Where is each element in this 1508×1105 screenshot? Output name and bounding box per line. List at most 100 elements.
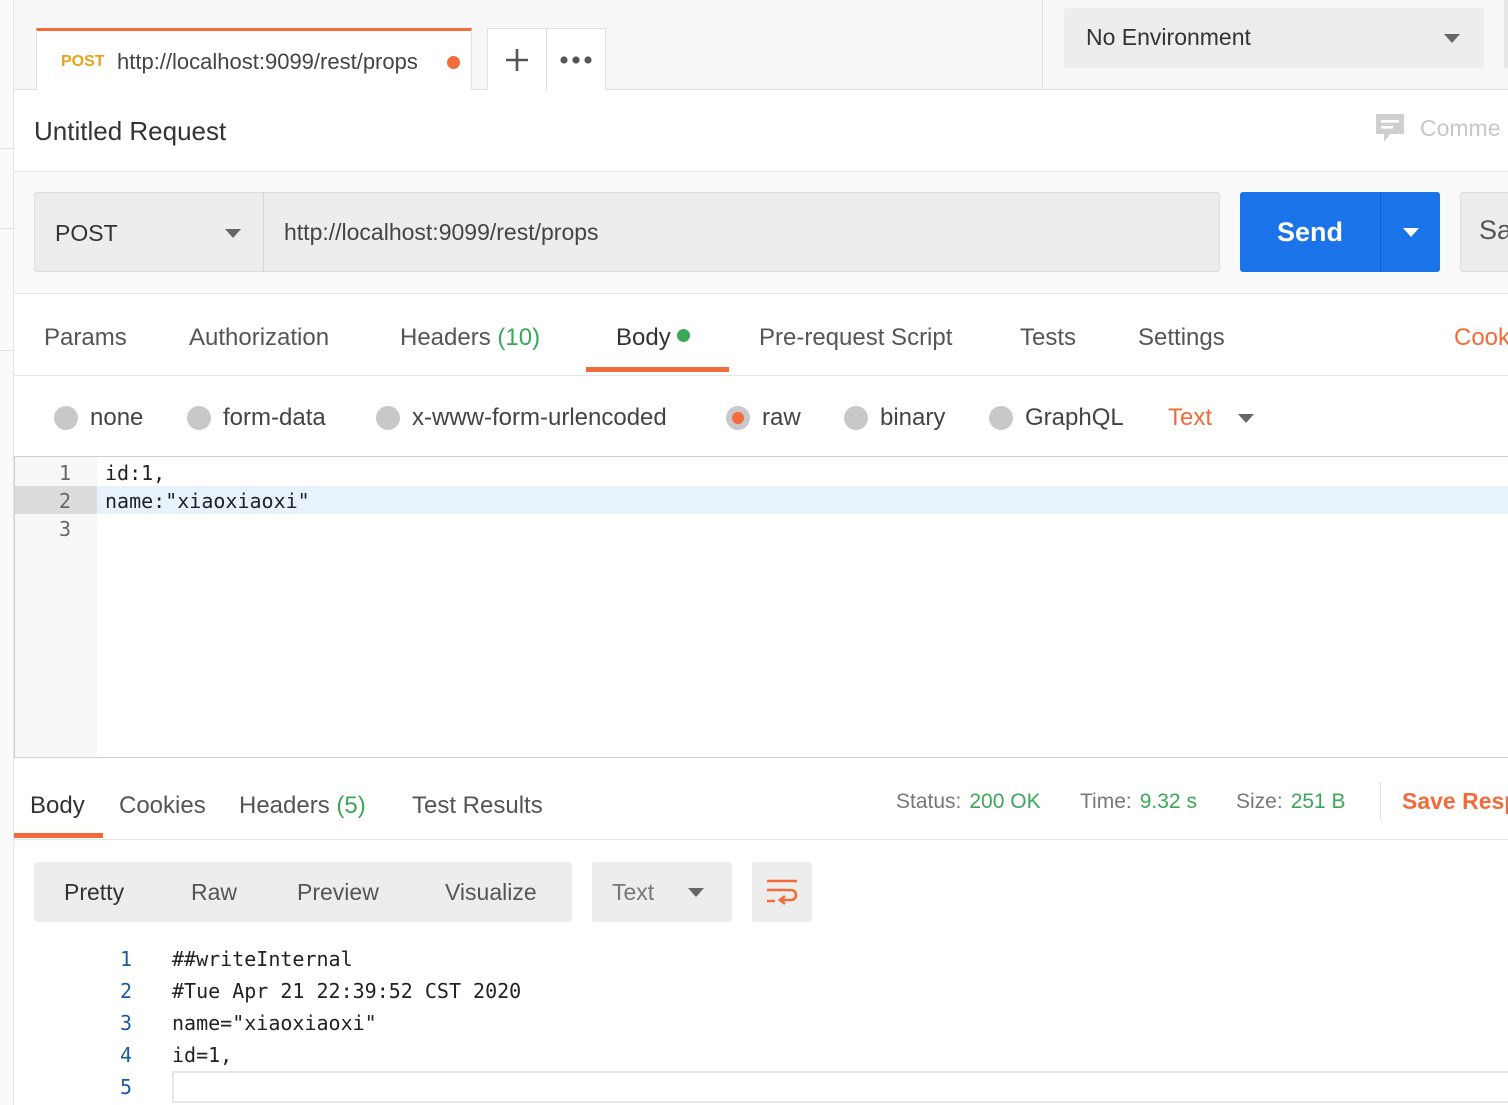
body-type-urlencoded-radio[interactable]: x-www-form-urlencoded — [376, 404, 667, 432]
body-type-binary-radio[interactable]: binary — [844, 404, 945, 432]
radio-circle — [989, 406, 1013, 430]
response-tab-cookies[interactable]: Cookies — [119, 792, 206, 820]
body-type-form-data-radio[interactable]: form-data — [187, 404, 326, 432]
radio-label: binary — [880, 404, 946, 431]
line-code: name="xiaoxiaoxi" — [172, 1011, 377, 1035]
unsaved-changes-dot-icon — [447, 56, 460, 69]
body-type-raw-radio[interactable]: raw — [726, 404, 801, 432]
radio-label: GraphQL — [1025, 404, 1124, 431]
status-value: 200 OK — [969, 790, 1041, 813]
new-tab-button[interactable] — [487, 28, 547, 90]
request-tab[interactable]: POST http://localhost:9099/rest/props — [36, 28, 472, 90]
comment-icon — [1376, 114, 1404, 142]
active-tab-indicator — [586, 367, 729, 372]
radio-label: raw — [762, 404, 801, 431]
environment-divider — [1042, 0, 1043, 90]
line-number: 4 — [119, 1043, 133, 1067]
tab-headers-count: (10) — [497, 324, 541, 351]
view-pretty-button[interactable]: Pretty — [64, 879, 124, 906]
environment-quick-look-edge — [1504, 0, 1508, 68]
view-raw-button[interactable]: Raw — [191, 879, 237, 906]
body-type-graphql-radio[interactable]: GraphQL — [989, 404, 1124, 432]
response-line: 4 id=1, — [14, 1039, 1508, 1071]
request-body-editor[interactable]: 1 id:1, 2 name:"xiaoxiaoxi" 3 — [14, 456, 1508, 758]
request-title[interactable]: Untitled Request — [34, 116, 226, 147]
tab-method-label: POST — [61, 53, 105, 70]
response-tab-test-results[interactable]: Test Results — [412, 792, 543, 820]
tab-params[interactable]: Params — [44, 324, 127, 352]
time-label: Time: — [1080, 790, 1132, 813]
body-type-none-radio[interactable]: none — [54, 404, 143, 432]
wrap-lines-button[interactable] — [752, 862, 812, 922]
comments-label: Comme — [1420, 114, 1501, 141]
sidebar-divider — [0, 148, 14, 149]
response-format-select[interactable]: Text — [592, 862, 732, 922]
view-visualize-button[interactable]: Visualize — [445, 879, 537, 906]
http-method-value: POST — [55, 220, 118, 246]
radio-circle — [54, 406, 78, 430]
response-line: 5 — [14, 1071, 1508, 1103]
request-config-tabs: Params Authorization Headers (10) Body P… — [14, 294, 1508, 376]
line-code: name:"xiaoxiaoxi" — [105, 489, 310, 513]
tab-pre-request-script[interactable]: Pre-request Script — [759, 324, 952, 352]
sidebar-divider — [0, 228, 14, 229]
line-code: id:1, — [105, 461, 166, 485]
radio-label: form-data — [223, 404, 326, 431]
line-number: 5 — [119, 1075, 133, 1099]
response-status: Status: 200 OK — [896, 790, 1041, 814]
editor-line: 1 id:1, — [15, 458, 1508, 486]
tab-headers[interactable]: Headers (10) — [400, 324, 540, 352]
response-view-toggle: Pretty Raw Preview Visualize — [34, 862, 572, 922]
line-number: 3 — [119, 1011, 133, 1035]
save-button-label: Sa — [1479, 215, 1508, 245]
line-number: 1 — [119, 947, 133, 971]
environment-select[interactable]: No Environment — [1064, 8, 1484, 68]
tab-body[interactable]: Body — [616, 324, 690, 352]
tab-body-label: Body — [616, 324, 671, 351]
response-size: Size: 251 B — [1236, 790, 1346, 814]
response-line: 2 #Tue Apr 21 22:39:52 CST 2020 — [14, 975, 1508, 1007]
cookies-link[interactable]: Cook — [1454, 324, 1508, 352]
response-tab-headers-label: Headers — [239, 792, 330, 819]
tab-settings[interactable]: Settings — [1138, 324, 1225, 352]
wrap-lines-icon — [767, 879, 798, 906]
response-line: 3 name="xiaoxiaoxi" — [14, 1007, 1508, 1039]
line-code: ##writeInternal — [172, 947, 353, 971]
editor-line-active: 2 name:"xiaoxiaoxi" — [15, 486, 1508, 514]
body-has-content-dot-icon — [676, 329, 690, 342]
active-tab-indicator — [14, 833, 103, 838]
size-label: Size: — [1236, 790, 1283, 813]
comments-button[interactable]: Comme — [1374, 112, 1501, 144]
response-tabs: Body Cookies Headers (5) Test Results St… — [14, 760, 1508, 840]
chevron-down-icon — [1403, 228, 1419, 237]
send-button-label: Send — [1276, 216, 1343, 247]
view-preview-button[interactable]: Preview — [297, 879, 379, 906]
line-number: 2 — [58, 489, 71, 513]
body-type-row: none form-data x-www-form-urlencoded raw… — [14, 376, 1508, 456]
response-tab-headers[interactable]: Headers (5) — [239, 792, 366, 820]
tab-options-button[interactable] — [546, 28, 606, 90]
raw-format-select[interactable]: Text — [1168, 404, 1255, 432]
chevron-down-icon — [1444, 34, 1460, 43]
chevron-down-icon — [688, 888, 704, 897]
save-response-button[interactable]: Save Resp — [1402, 788, 1508, 815]
radio-circle — [187, 406, 211, 430]
tab-tests[interactable]: Tests — [1020, 324, 1076, 352]
more-options-icon — [560, 55, 592, 64]
response-tab-headers-count: (5) — [336, 792, 366, 819]
send-button[interactable]: Send — [1240, 192, 1380, 272]
response-time: Time: 9.32 s — [1080, 790, 1197, 814]
raw-format-value: Text — [1168, 404, 1213, 431]
line-number: 1 — [58, 461, 71, 485]
response-tab-body[interactable]: Body — [30, 792, 85, 820]
request-url-input[interactable] — [264, 192, 1220, 272]
http-method-select[interactable]: POST — [34, 192, 264, 272]
response-format-value: Text — [612, 879, 655, 905]
tab-authorization[interactable]: Authorization — [189, 324, 329, 352]
status-label: Status: — [896, 790, 962, 813]
save-button[interactable]: Sa — [1460, 192, 1508, 272]
response-line: 1 ##writeInternal — [14, 943, 1508, 975]
radio-circle — [376, 406, 400, 430]
send-options-button[interactable] — [1380, 192, 1440, 272]
radio-label: x-www-form-urlencoded — [412, 404, 667, 431]
